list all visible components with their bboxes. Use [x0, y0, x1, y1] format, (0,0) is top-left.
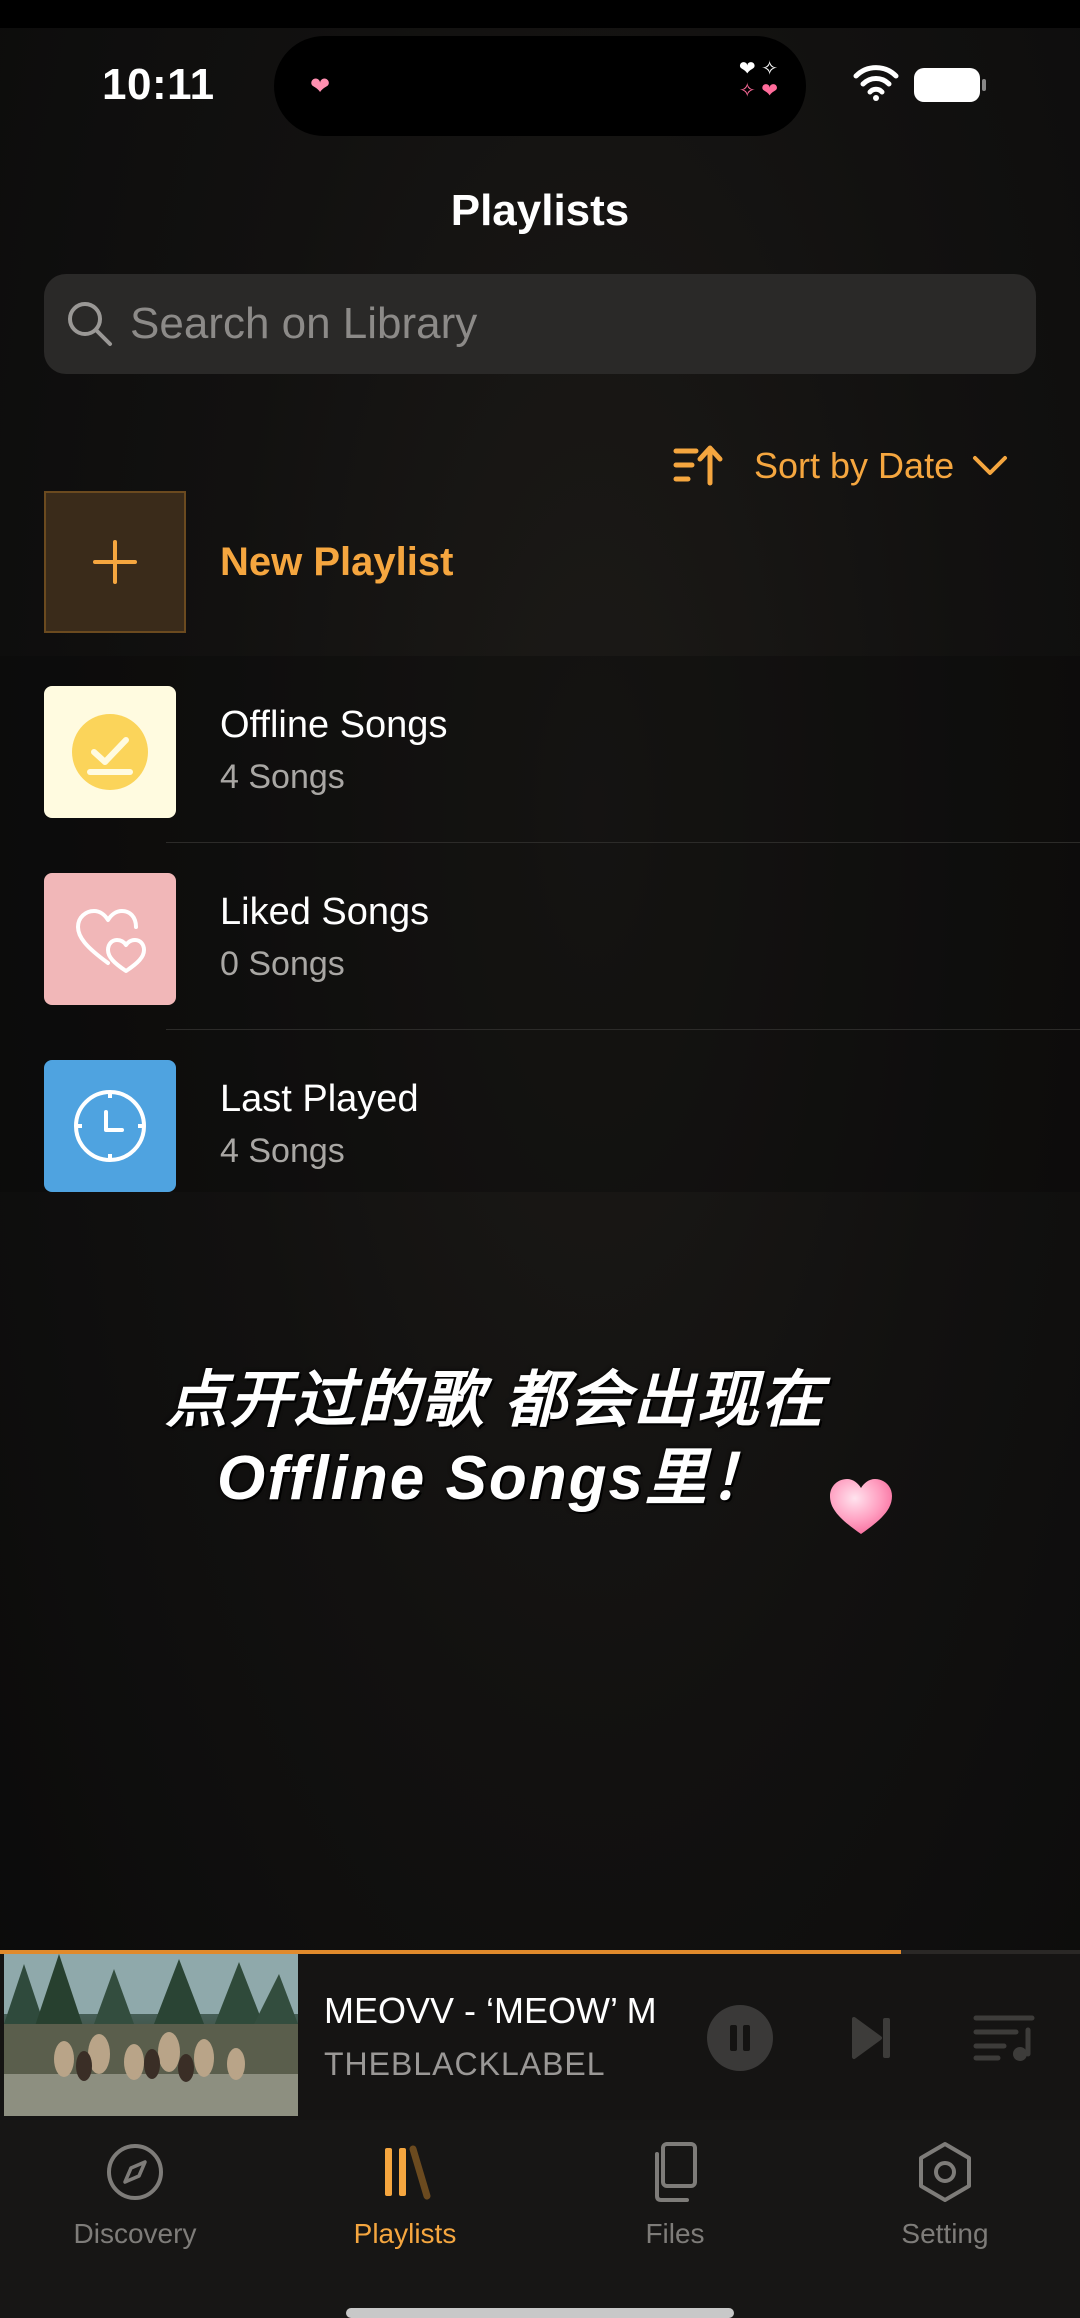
new-playlist-button[interactable]: New Playlist [44, 490, 1080, 634]
playlist-count: 4 Songs [220, 758, 345, 796]
tab-setting[interactable]: Setting [810, 2140, 1080, 2290]
sort-dropdown[interactable]: Sort by Date [672, 438, 1008, 494]
dynamic-island: ❤ ❤ ✧ ✧ ❤ [274, 36, 806, 136]
playlist-offline-songs[interactable]: Offline Songs 4 Songs [0, 656, 1080, 843]
check-badge-icon [72, 714, 148, 790]
top-edge [0, 0, 1080, 28]
library-icon [385, 2145, 431, 2200]
search-bar[interactable] [44, 274, 1036, 374]
sparkle-top: ❤ ✧ [738, 58, 778, 80]
queue-icon [973, 2015, 1035, 2061]
status-time: 10:11 [102, 60, 215, 109]
skip-next-icon [852, 2017, 890, 2059]
playlist-title: Last Played [220, 1078, 419, 1120]
tab-label: Files [645, 2218, 705, 2249]
track-artist: THEBLACKLABEL [324, 2046, 606, 2082]
heart-icon: ❤ [310, 73, 331, 100]
playlist-count: 0 Songs [220, 945, 345, 983]
tab-files[interactable]: Files [540, 2140, 810, 2290]
playlist-liked-songs[interactable]: Liked Songs 0 Songs [0, 843, 1080, 1030]
hearts-icon [76, 909, 146, 973]
clock-icon [74, 1090, 146, 1162]
last-played-thumb [44, 1060, 176, 1192]
gear-icon [919, 2142, 971, 2202]
page-title: Playlists [450, 186, 630, 235]
pause-icon [707, 2005, 773, 2071]
overlay-caption: 点开过的歌 都会出现在 Offline Songs里！ [0, 1362, 1080, 1518]
battery-icon [914, 68, 986, 102]
chevron-down-icon [973, 456, 1008, 475]
sparkle-icon: ❤ ✧ ✧ ❤ [739, 58, 778, 102]
search-input[interactable] [130, 274, 1010, 374]
pause-button[interactable] [704, 2002, 776, 2074]
mini-player[interactable]: MEOVV - ‘MEOW’ M THEBLACKLABEL [0, 1954, 1080, 2120]
sort-icon [673, 445, 723, 486]
playlist-list: Offline Songs 4 Songs Liked Songs 0 Song… [0, 656, 1080, 1192]
queue-button[interactable] [968, 2002, 1040, 2074]
search-icon [68, 302, 112, 346]
sparkle-bottom: ✧ ❤ [738, 80, 778, 102]
compass-icon [107, 2144, 163, 2200]
tab-label: Playlists [353, 2218, 457, 2249]
tab-bar: Discovery Playlists Files Setting [0, 2120, 1080, 2318]
next-button[interactable] [836, 2002, 908, 2074]
sort-label: Sort by Date [754, 445, 955, 486]
playlist-title: Offline Songs [220, 704, 448, 746]
files-icon [655, 2142, 697, 2202]
tab-playlists[interactable]: Playlists [270, 2140, 540, 2290]
home-indicator [346, 2308, 734, 2318]
heart-sticker-icon [830, 1479, 892, 1534]
offline-thumb [44, 686, 176, 818]
playlist-count: 4 Songs [220, 1132, 345, 1170]
tab-discovery[interactable]: Discovery [0, 2140, 270, 2290]
track-title: MEOVV - ‘MEOW’ M [324, 1990, 657, 2031]
new-playlist-label: New Playlist [220, 539, 454, 584]
tab-label: Setting [901, 2218, 989, 2249]
add-box [44, 491, 186, 633]
album-cover [4, 1954, 298, 2116]
wifi-icon [853, 65, 899, 101]
liked-thumb [44, 873, 176, 1005]
playlist-last-played[interactable]: Last Played 4 Songs [0, 1030, 1080, 1217]
plus-icon [93, 540, 137, 584]
playlist-title: Liked Songs [220, 891, 430, 933]
tab-label: Discovery [73, 2218, 197, 2249]
caption-line-1: 点开过的歌 都会出现在 [165, 1366, 825, 1435]
